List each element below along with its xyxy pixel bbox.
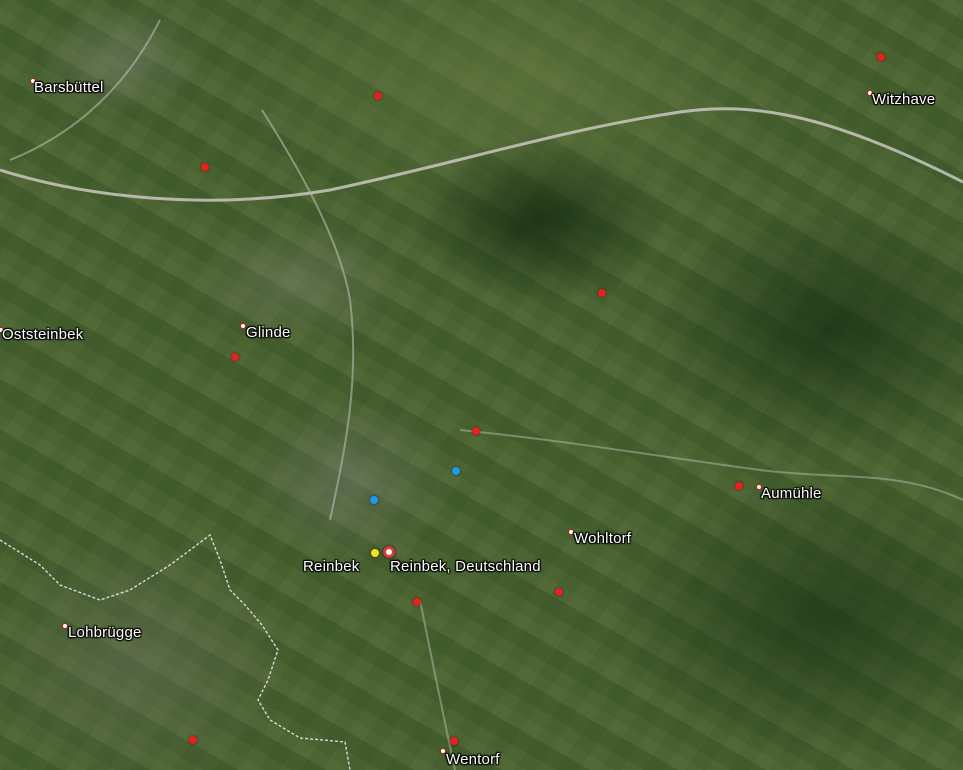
label-barsbuettel: Barsbüttel <box>34 79 104 96</box>
label-oststeinbek: Oststeinbek <box>2 326 84 343</box>
label-glinde: Glinde <box>246 324 291 341</box>
marker-red[interactable] <box>735 482 743 490</box>
marker-red[interactable] <box>472 427 480 435</box>
satellite-map[interactable]: Barsbüttel Witzhave Oststeinbek Glinde A… <box>0 0 963 770</box>
motorway-road <box>0 107 963 202</box>
road-glinde-reinbek <box>261 109 355 521</box>
state-boundary <box>0 533 351 770</box>
marker-red[interactable] <box>189 736 197 744</box>
marker-blue[interactable] <box>452 467 460 475</box>
marker-red[interactable] <box>877 53 885 61</box>
search-result-pin[interactable] <box>383 546 395 558</box>
marker-red[interactable] <box>413 598 421 606</box>
label-witzhave: Witzhave <box>872 91 936 108</box>
label-wentorf: Wentorf <box>446 751 500 768</box>
marker-red[interactable] <box>450 737 458 745</box>
search-result-label: Reinbek, Deutschland <box>390 558 541 575</box>
marker-blue[interactable] <box>370 496 378 504</box>
marker-red[interactable] <box>231 353 239 361</box>
road-south <box>419 599 456 770</box>
label-wohltorf: Wohltorf <box>574 530 632 547</box>
marker-red[interactable] <box>598 289 606 297</box>
marker-red[interactable] <box>374 92 382 100</box>
label-aumuehle: Aumühle <box>761 485 822 502</box>
marker-red[interactable] <box>555 588 563 596</box>
marker-yellow[interactable] <box>371 549 379 557</box>
label-lohbruegge: Lohbrügge <box>68 624 142 641</box>
label-reinbek: Reinbek <box>303 558 360 575</box>
road-east <box>459 429 963 501</box>
marker-red[interactable] <box>201 163 209 171</box>
map-overlay <box>0 19 963 770</box>
